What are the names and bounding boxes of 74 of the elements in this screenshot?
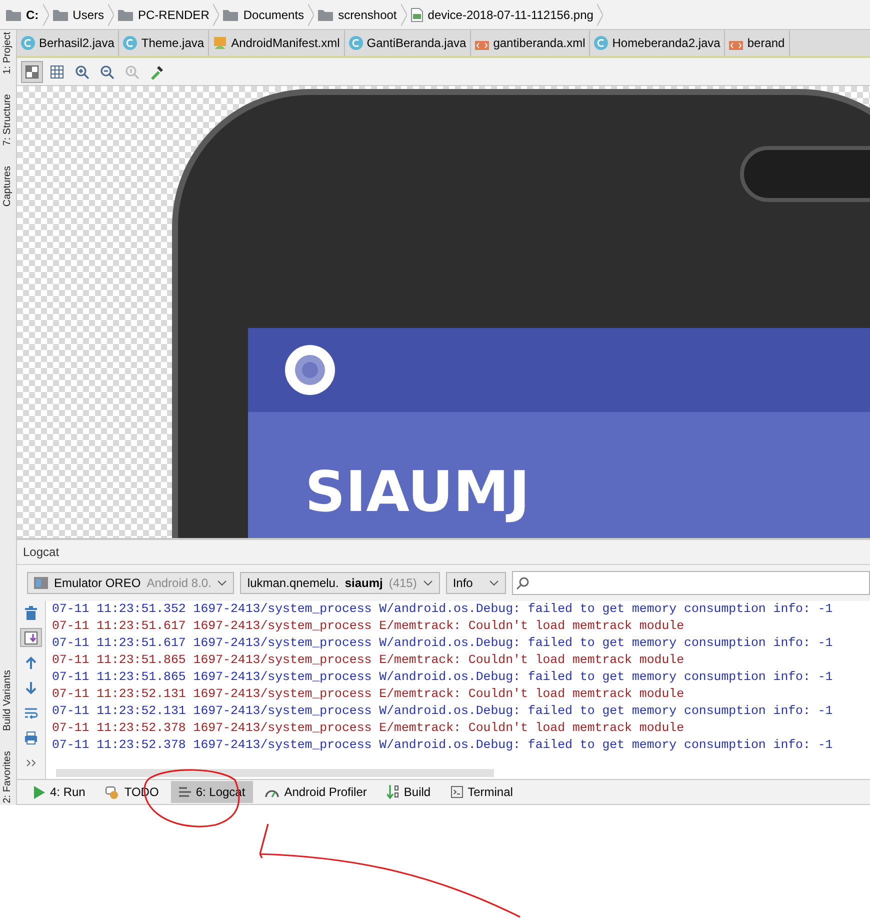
folder-icon bbox=[52, 8, 68, 20]
breadcrumb-item[interactable]: screnshoot bbox=[338, 8, 397, 22]
horizontal-scrollbar[interactable] bbox=[56, 769, 494, 777]
log-line: 07-11 11:23:52.378 1697-2413/system_process E/memtrack: Couldn't load memtrack module bbox=[52, 720, 686, 737]
chevron-right-icon bbox=[400, 4, 407, 26]
log-level-dropdown[interactable]: Info bbox=[446, 572, 506, 594]
log-line: 07-11 11:23:51.865 1697-2413/system_process W/android.os.Debug: failed to get memory consumption info: -1 bbox=[52, 669, 834, 686]
terminal-icon bbox=[450, 786, 463, 798]
chevron-down-icon bbox=[422, 580, 433, 586]
log-line: 07-11 11:23:52.131 1697-2413/system_process E/memtrack: Couldn't load memtrack module bbox=[52, 686, 686, 703]
arrow-up-icon bbox=[26, 656, 36, 670]
process-dropdown[interactable]: lukman.qnemelu.siaumj (415) bbox=[240, 572, 440, 594]
chevron-down-icon bbox=[217, 580, 228, 586]
breadcrumb-item[interactable]: device-2018-07-11-112156.png bbox=[428, 8, 594, 22]
soft-wrap-icon bbox=[24, 708, 38, 719]
lines-icon bbox=[178, 787, 191, 797]
zoom-in-icon bbox=[76, 65, 90, 79]
panel-title: Logcat bbox=[23, 545, 60, 559]
chevron-right-icon bbox=[308, 4, 314, 26]
folder-icon bbox=[223, 8, 238, 20]
chevron-right-icon bbox=[597, 4, 604, 26]
side-tool-tab[interactable]: 7: Structure bbox=[0, 92, 16, 148]
app-title: SIAUMJ bbox=[305, 460, 530, 525]
app-logo-icon bbox=[285, 345, 335, 395]
tool-window-button[interactable]: Android Profiler bbox=[257, 781, 375, 803]
grid-icon bbox=[50, 65, 64, 78]
chevron-down-icon bbox=[488, 580, 499, 586]
side-tool-tab[interactable]: Build Variants bbox=[0, 668, 16, 733]
tool-window-button[interactable]: 4: Run bbox=[25, 781, 94, 803]
emulator-icon bbox=[34, 577, 48, 589]
checkerboard-icon bbox=[26, 65, 38, 78]
play-icon bbox=[33, 786, 45, 798]
side-tool-tab[interactable]: Captures bbox=[0, 164, 16, 209]
log-line: 07-11 11:23:52.378 1697-2413/system_process W/android.os.Debug: failed to get memory consumption info: -1 bbox=[52, 737, 834, 754]
arrow-down-icon bbox=[26, 680, 36, 694]
log-line: 07-11 11:23:51.617 1697-2413/system_process E/memtrack: Couldn't load memtrack module bbox=[52, 618, 686, 635]
breadcrumb-item[interactable]: Users bbox=[72, 8, 104, 22]
log-line: 07-11 11:23:51.617 1697-2413/system_process W/android.os.Debug: failed to get memory consumption info: -1 bbox=[52, 635, 834, 652]
breadcrumb-item[interactable]: Documents bbox=[243, 8, 304, 22]
tool-window-button[interactable]: Terminal bbox=[442, 781, 521, 803]
chevron-right-icon bbox=[42, 4, 49, 26]
more-icon bbox=[26, 759, 36, 766]
search-field[interactable] bbox=[512, 571, 870, 595]
log-line: 07-11 11:23:51.865 1697-2413/system_process E/memtrack: Couldn't load memtrack module bbox=[52, 652, 686, 669]
toolbar-button[interactable] bbox=[21, 60, 43, 82]
manifest-file-icon bbox=[213, 36, 228, 50]
side-tool-tab[interactable]: 1: Project bbox=[0, 30, 16, 76]
class-icon bbox=[348, 36, 363, 50]
tool-window-button[interactable]: Build bbox=[378, 781, 439, 803]
side-tool-tab[interactable]: 2: Favorites bbox=[0, 748, 16, 805]
folder-icon bbox=[318, 8, 334, 20]
class-icon bbox=[123, 36, 138, 50]
device-dropdown[interactable]: Emulator OREO Android 8.0. bbox=[27, 572, 234, 594]
log-line: 07-11 11:23:52.131 1697-2413/system_process W/android.os.Debug: failed to get memory consumption info: -1 bbox=[52, 703, 834, 720]
chevron-right-icon bbox=[213, 4, 220, 26]
build-icon bbox=[386, 785, 399, 799]
todo-icon bbox=[105, 786, 120, 798]
scroll-to-end-icon bbox=[24, 631, 38, 644]
image-file-icon bbox=[410, 8, 423, 22]
trash-icon bbox=[25, 606, 37, 620]
eyedropper-icon bbox=[151, 66, 163, 80]
log-line: 07-11 11:23:51.352 1697-2413/system_process W/android.os.Debug: failed to get memory consumption info: -1 bbox=[52, 601, 834, 618]
folder-icon bbox=[118, 8, 134, 20]
breadcrumb-item[interactable]: C: bbox=[26, 8, 39, 22]
zoom-out-icon bbox=[100, 65, 114, 79]
drive-icon bbox=[6, 8, 21, 20]
class-icon bbox=[21, 36, 35, 50]
search-icon bbox=[516, 576, 530, 590]
magnifier-icon bbox=[126, 65, 140, 79]
chevron-right-icon bbox=[108, 4, 114, 26]
printer-icon bbox=[25, 731, 37, 744]
log-action-button[interactable] bbox=[20, 628, 42, 647]
class-icon bbox=[594, 36, 608, 50]
breadcrumb-item[interactable]: PC-RENDER bbox=[138, 8, 210, 22]
